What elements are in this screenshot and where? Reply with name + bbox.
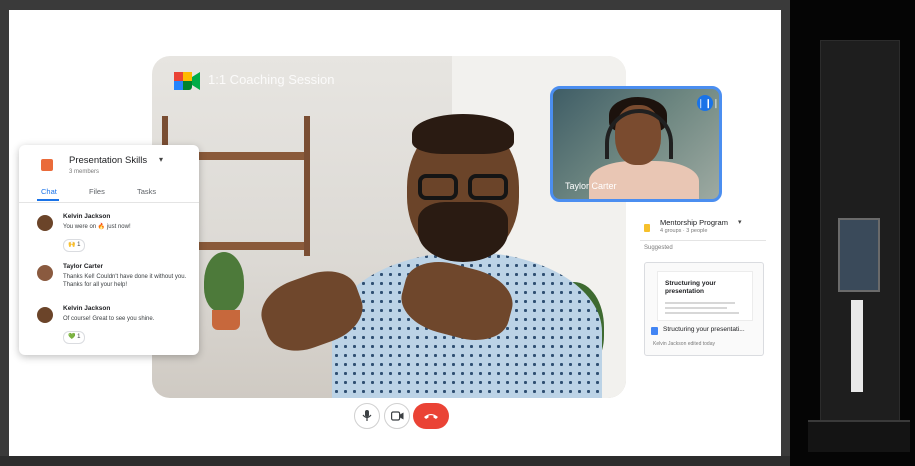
chat-panel: Presentation Skills ▾ 3 members Chat Fil… <box>19 145 199 355</box>
avatar <box>37 265 53 281</box>
thumbnail-title: Structuring your presentation <box>665 280 716 295</box>
meeting-title: 1:1 Coaching Session <box>208 72 335 87</box>
reaction-chip[interactable]: 💚 1 <box>63 331 86 344</box>
message-author: Taylor Carter <box>63 263 103 270</box>
space-icon <box>41 159 53 171</box>
glasses-lens <box>418 174 458 200</box>
active-tab-indicator <box>37 199 59 201</box>
presenter <box>332 92 602 398</box>
participant-name: Taylor Carter <box>565 181 617 191</box>
plant-pot <box>212 310 240 330</box>
chat-tabs: Chat Files Tasks <box>19 187 199 201</box>
text-line <box>665 312 739 314</box>
plant <box>204 252 244 312</box>
glasses-lens <box>468 174 508 200</box>
presenter-beard <box>418 202 508 262</box>
document-meta: Kelvin Jackson edited today <box>653 341 715 347</box>
device-screen <box>838 218 880 292</box>
lightbulb-icon <box>644 224 650 232</box>
microphone-button[interactable] <box>354 403 380 429</box>
google-meet-logo <box>174 72 200 90</box>
chat-message: Kelvin Jackson Of course! Great to see y… <box>37 305 192 349</box>
tab-files[interactable]: Files <box>89 187 105 196</box>
tab-tasks[interactable]: Tasks <box>137 187 156 196</box>
audio-wave-icon: ❘❙❘ <box>697 95 719 111</box>
divider <box>19 202 199 203</box>
group-subtitle: 4 groups · 3 people <box>660 228 708 234</box>
mentorship-panel: Mentorship Program ▾ 4 groups · 3 people… <box>640 210 766 356</box>
text-line <box>665 302 735 304</box>
chevron-down-icon[interactable]: ▾ <box>159 155 163 164</box>
glasses <box>412 174 514 202</box>
text-line <box>665 307 727 309</box>
reaction-chip[interactable]: 🙌 1 <box>63 239 86 252</box>
section-label: Suggested <box>644 245 673 251</box>
document-thumbnail: Structuring your presentation <box>657 271 753 321</box>
message-author: Kelvin Jackson <box>63 213 111 220</box>
message-text: Thanks Kel! Couldn't have done it withou… <box>63 274 187 288</box>
tab-chat[interactable]: Chat <box>41 187 57 196</box>
participant-tile-taylor[interactable]: ❘❙❘ Taylor Carter <box>550 86 722 202</box>
avatar <box>37 215 53 231</box>
group-title[interactable]: Mentorship Program <box>660 218 728 227</box>
docs-icon <box>651 327 658 335</box>
message-text: Of course! Great to see you shine. <box>63 316 155 322</box>
device-stand <box>851 300 863 392</box>
avatar <box>37 307 53 323</box>
device-base <box>808 420 910 452</box>
document-name: Structuring your presentati... <box>663 326 745 333</box>
end-call-icon <box>424 414 438 419</box>
suggested-document[interactable]: Structuring your presentation Structurin… <box>644 262 764 356</box>
microphone-icon <box>362 410 372 421</box>
divider <box>640 240 766 241</box>
message-text: You were on 🔥 just now! <box>63 224 131 230</box>
camera-icon <box>390 411 403 421</box>
member-count: 3 members <box>69 169 100 175</box>
end-call-button[interactable] <box>413 403 449 429</box>
shelf-post <box>304 116 310 256</box>
chevron-down-icon[interactable]: ▾ <box>738 218 742 226</box>
message-author: Kelvin Jackson <box>63 305 111 312</box>
chat-message: Kelvin Jackson You were on 🔥 just now! 🙌… <box>37 213 192 253</box>
camera-button[interactable] <box>384 403 410 429</box>
presenter-hair <box>412 114 514 154</box>
chat-message: Taylor Carter Thanks Kel! Couldn't have … <box>37 263 192 307</box>
space-title[interactable]: Presentation Skills <box>69 155 147 166</box>
monitor-bezel-bottom <box>0 456 790 466</box>
